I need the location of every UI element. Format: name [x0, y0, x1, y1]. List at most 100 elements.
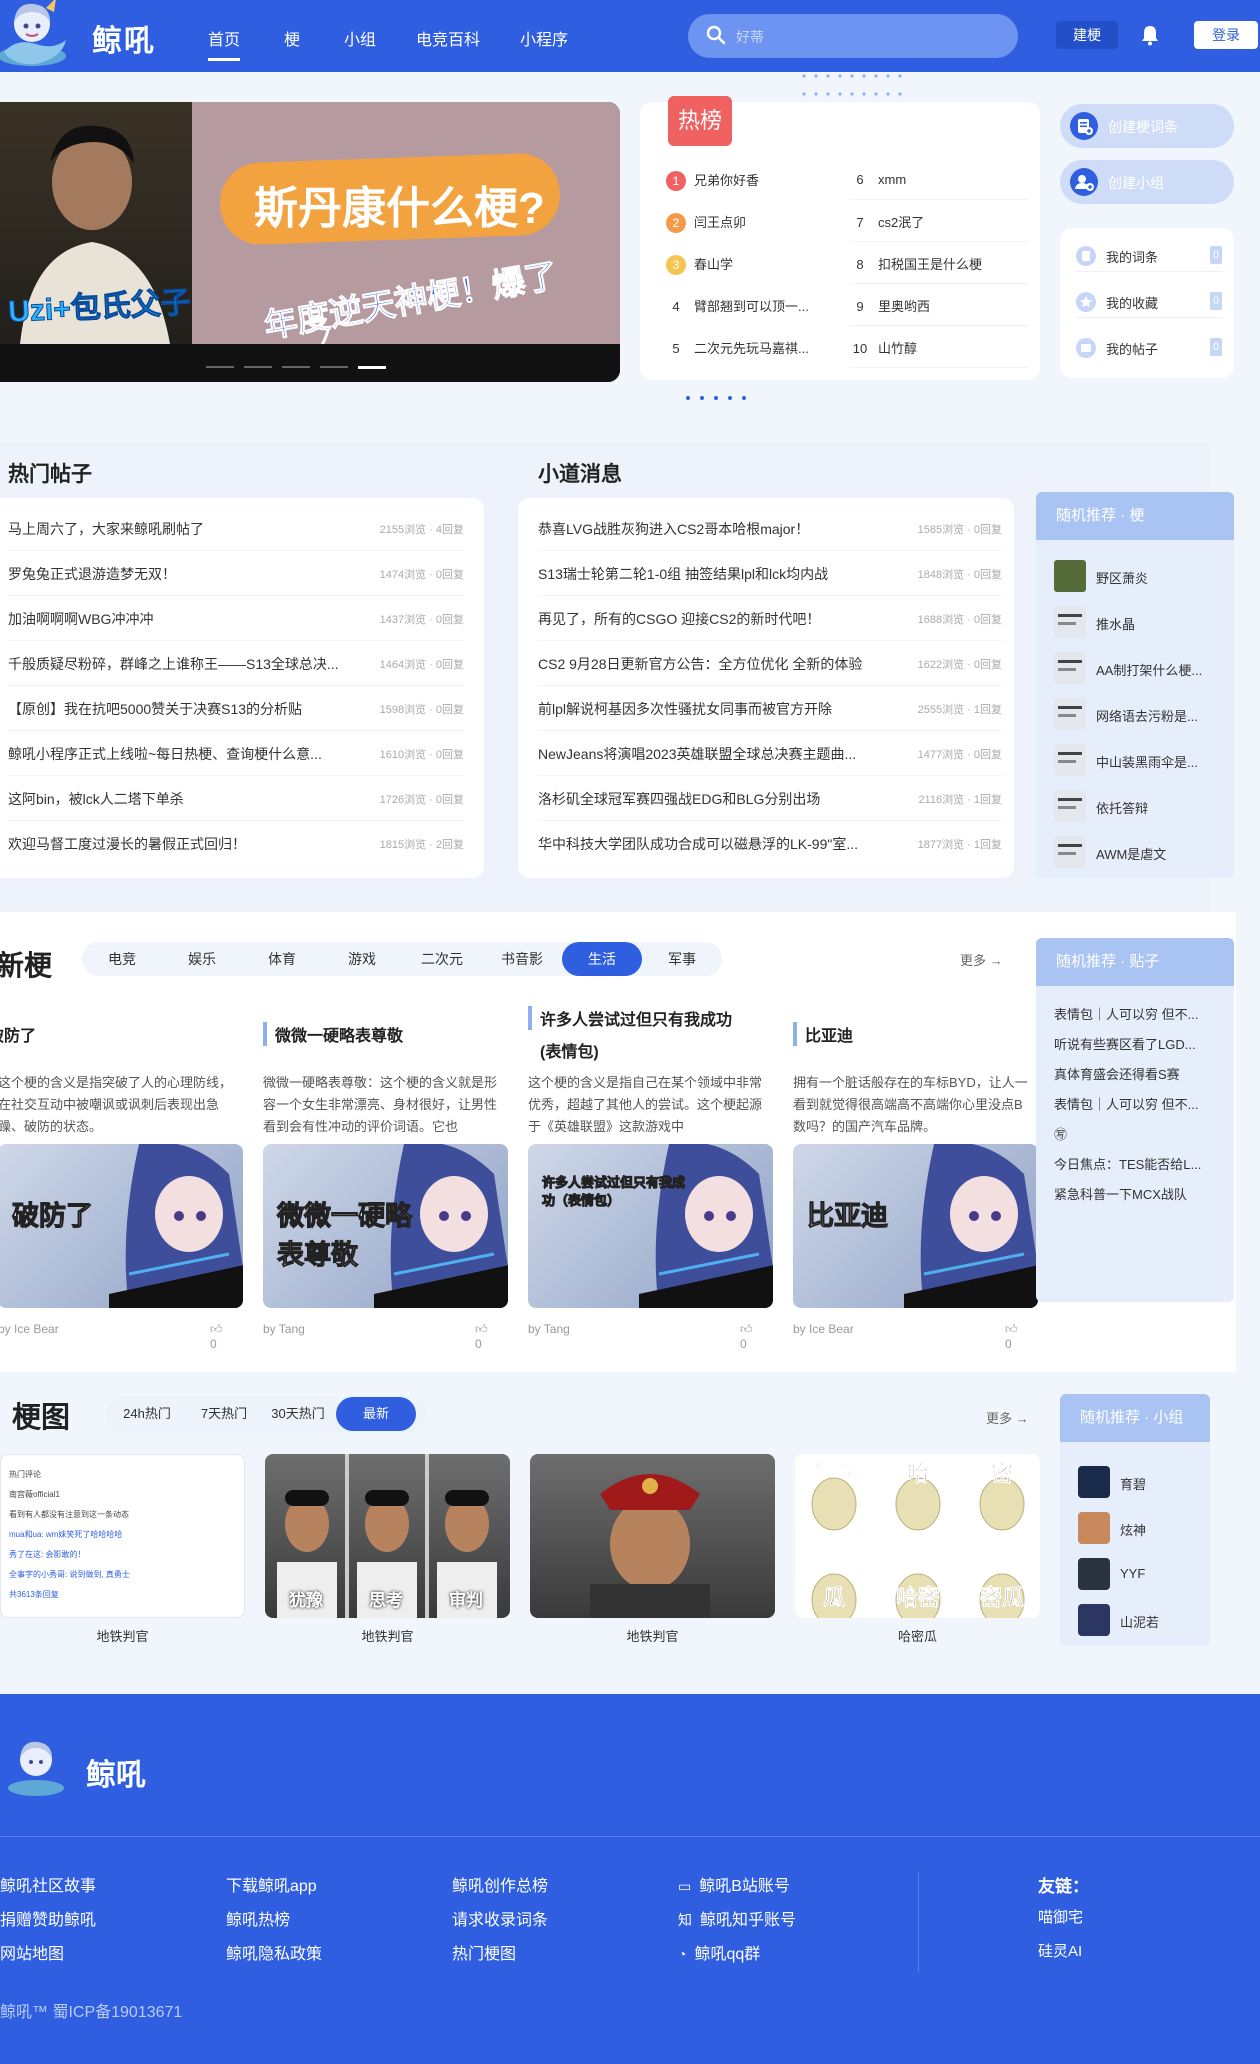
hot-rank-item[interactable]: 1 兄弟你好香 [666, 170, 846, 200]
hero-carousel[interactable]: Uzi+包氏父子 斯丹康什么梗? 年度逆天神梗！爆了 [0, 102, 620, 382]
news-row[interactable]: S13瑞士轮第二轮1-0组 抽签结果lpl和lck均内战 1848浏览 · 0回复 [538, 551, 1002, 596]
my-terms-item[interactable]: 我的词条 0 [1076, 244, 1222, 272]
friend-link-2[interactable]: 硅灵AI [1038, 1940, 1082, 1961]
random-group-item[interactable]: 炫神 [1078, 1512, 1202, 1544]
nav-groups[interactable]: 小组 [344, 26, 376, 50]
footer-link[interactable]: 热门梗图 [452, 1940, 516, 1964]
rank-pager-dots[interactable] [684, 394, 754, 402]
random-post-item[interactable]: 表情包｜人可以穷 但不... [1054, 1094, 1224, 1113]
meme-card-author[interactable]: by Tang [263, 1322, 305, 1336]
hot-rank-item[interactable]: 10 山竹醇 [850, 338, 1028, 368]
hot-post-row[interactable]: 罗兔兔正式退游造梦无双！ 1474浏览 · 0回复 [8, 551, 464, 596]
footer-link[interactable]: 鲸吼创作总榜 [452, 1872, 548, 1896]
carousel-dot-1[interactable] [206, 366, 234, 368]
new-memes-tab[interactable]: 生活 [562, 942, 642, 976]
new-meme-card[interactable]: 比亚迪 拥有一个脏话般存在的车标BYD，让人一看到就觉得很高端高不高端你心里没点B… [775, 1000, 1038, 1351]
new-memes-tab[interactable]: 娱乐 [162, 942, 242, 976]
login-button[interactable]: 登录 [1194, 21, 1258, 49]
hot-rank-item[interactable]: 9 里奥哟西 [850, 296, 1028, 326]
new-memes-tab[interactable]: 电竞 [82, 942, 162, 976]
meme-like-button[interactable]: 👍︎ 0 [210, 1322, 225, 1351]
hot-rank-item[interactable]: 7 cs2泯了 [850, 212, 1028, 242]
carousel-dot-2[interactable] [244, 366, 272, 368]
nav-home[interactable]: 首页 [208, 26, 241, 61]
meme-pic-image[interactable]: 热门评论 南宫薇official1 看到有人都没有注意到这一条动态 mua和ua: w… [0, 1454, 245, 1618]
hot-rank-item[interactable]: 6 xmm [850, 170, 1028, 200]
new-memes-more-link[interactable]: 更多 → [960, 950, 1003, 969]
hot-post-row[interactable]: 加油啊啊啊WBG冲冲冲 1437浏览 · 0回复 [8, 596, 464, 641]
footer-link[interactable]: 请求收录词条 [452, 1906, 548, 1930]
random-post-item[interactable]: 真体育盛会还得看S赛 [1054, 1064, 1224, 1083]
hot-post-row[interactable]: 欢迎马督工度过漫长的暑假正式回归！ 1815浏览 · 2回复 [8, 821, 464, 866]
hot-rank-item[interactable]: 5 二次元先玩马嘉祺... [666, 338, 846, 368]
meme-pics-tab[interactable]: 7天热门 [188, 1397, 260, 1431]
footer-brand[interactable]: 鲸吼 [86, 1750, 146, 1794]
mascot-logo-icon[interactable] [0, 0, 76, 74]
new-meme-card[interactable]: 微微一硬略表尊敬 微微一硬略表尊敬：这个梗的含义就是形容一个女生非常漂亮、身材很好… [245, 1000, 508, 1351]
footer-link[interactable]: 鲸吼隐私政策 [226, 1940, 322, 1964]
meme-card-author[interactable]: by Tang [528, 1322, 570, 1336]
new-memes-tab[interactable]: 书音影 [482, 942, 562, 976]
create-term-button[interactable]: 创建梗词条 [1060, 104, 1234, 148]
hot-post-row[interactable]: 马上周六了，大家来鲸吼刷帖了 2155浏览 · 4回复 [8, 506, 464, 551]
search-box[interactable]: 好蒂 [688, 14, 1018, 58]
random-meme-item[interactable]: 推水晶 [1054, 606, 1224, 638]
hot-post-row[interactable]: 鲸吼小程序正式上线啦~每日热梗、查询梗什么意... 1610浏览 · 0回复 [8, 731, 464, 776]
nav-esports-wiki[interactable]: 电竞百科 [416, 26, 480, 50]
footer-link[interactable]: 知鲸吼知乎账号 [678, 1906, 796, 1930]
meme-card-image[interactable]: 比亚迪 [793, 1144, 1038, 1308]
hot-rank-item[interactable]: 8 扣税国王是什么梗 [850, 254, 1028, 284]
new-meme-card[interactable]: 破防了这个梗的含义是指突破了人的心理防线，在社交互动中被嘲讽或讽刺后表现出急躁、… [0, 1000, 243, 1351]
icp-text[interactable]: 鲸吼™ 蜀ICP备19013671 [0, 1998, 182, 2022]
create-group-button[interactable]: 创建小组 [1060, 160, 1234, 204]
meme-like-button[interactable]: 👍︎ 0 [1005, 1322, 1020, 1351]
nav-mini-program[interactable]: 小程序 [520, 26, 568, 50]
hot-post-row[interactable]: 这阿bin，被lck人二塔下单杀 1726浏览 · 0回复 [8, 776, 464, 821]
random-meme-item[interactable]: AWM是虐文 [1054, 836, 1224, 868]
meme-pic-card[interactable]: 热门评论 南宫薇official1 看到有人都没有注意到这一条动态 mua和ua: w… [0, 1454, 245, 1654]
random-post-item[interactable]: 表情包｜人可以穷 但不... [1054, 1004, 1224, 1023]
random-post-item[interactable]: 紧急科普一下MCX战队 [1054, 1184, 1224, 1203]
meme-pic-card[interactable]: 犹豫 思考 审判 地铁判官 [265, 1454, 510, 1654]
hot-rank-item[interactable]: 3 春山学 [666, 254, 846, 284]
meme-pic-card[interactable]: 地铁判官 [530, 1454, 775, 1654]
news-row[interactable]: 前lpl解说柯基因多次性骚扰女同事而被官方开除 2555浏览 · 1回复 [538, 686, 1002, 731]
meme-pics-more-link[interactable]: 更多 → [986, 1408, 1029, 1427]
carousel-dot-3[interactable] [282, 366, 310, 368]
random-meme-item[interactable]: 网络语去污粉是... [1054, 698, 1224, 730]
new-memes-tab[interactable]: 体育 [242, 942, 322, 976]
meme-pics-tab[interactable]: 24h热门 [106, 1397, 188, 1431]
random-group-item[interactable]: 山泥若 [1078, 1604, 1202, 1636]
random-post-item[interactable]: 听说有些赛区看了LGD... [1054, 1034, 1224, 1053]
meme-pics-tab[interactable]: 30天热门 [260, 1397, 336, 1431]
news-row[interactable]: 恭喜LVG战胜灰狗进入CS2哥本哈根major！ 1585浏览 · 0回复 [538, 506, 1002, 551]
new-memes-tab[interactable]: 二次元 [402, 942, 482, 976]
meme-card-image[interactable]: 许多人尝试过但只有我成功（表情包） [528, 1144, 773, 1308]
footer-link[interactable]: ◔ 鲸吼qq群 [678, 1940, 760, 1964]
meme-pic-image[interactable]: 哈密瓜哈密瓜哈密 密瓜 [795, 1454, 1040, 1618]
carousel-dot-4[interactable] [320, 366, 348, 368]
random-group-item[interactable]: 育碧 [1078, 1466, 1202, 1498]
build-meme-button[interactable]: 建梗 [1056, 21, 1118, 49]
bell-icon[interactable] [1140, 24, 1160, 46]
footer-link[interactable]: 网站地图 [0, 1940, 64, 1964]
meme-like-button[interactable]: 👍︎ 0 [740, 1322, 755, 1351]
meme-pics-tab[interactable]: 最新 [336, 1397, 416, 1431]
news-row[interactable]: CS2 9月28日更新官方公告：全方位优化 全新的体验 1622浏览 · 0回复 [538, 641, 1002, 686]
news-row[interactable]: NewJeans将演唱2023英雄联盟全球总决赛主题曲... 1477浏览 · 0… [538, 731, 1002, 776]
new-memes-tab[interactable]: 游戏 [322, 942, 402, 976]
footer-link[interactable]: ▭ 鲸吼B站账号 [678, 1872, 790, 1896]
meme-pic-image[interactable]: 犹豫 思考 审判 [265, 1454, 510, 1618]
meme-pic-image[interactable] [530, 1454, 775, 1618]
hot-rank-item[interactable]: 4 臂部翘到可以顶一... [666, 296, 846, 326]
new-memes-tab[interactable]: 军事 [642, 942, 722, 976]
hot-rank-item[interactable]: 2 闫王点卯 [666, 212, 846, 242]
random-meme-item[interactable]: AA制打架什么梗... [1054, 652, 1224, 684]
meme-card-author[interactable]: by Ice Bear [793, 1322, 854, 1336]
my-posts-item[interactable]: 我的帖子 0 [1076, 336, 1222, 364]
my-favorites-item[interactable]: 我的收藏 0 [1076, 290, 1222, 318]
new-meme-card[interactable]: 许多人尝试过但只有我成功 (表情包) 这个梗的含义是指自己在某个领域中非常优秀，超越… [510, 1000, 773, 1351]
random-meme-item[interactable]: 依托答辩 [1054, 790, 1224, 822]
footer-link[interactable]: 下载鲸吼app [226, 1872, 317, 1896]
meme-card-image[interactable]: 破防了 [0, 1144, 243, 1308]
